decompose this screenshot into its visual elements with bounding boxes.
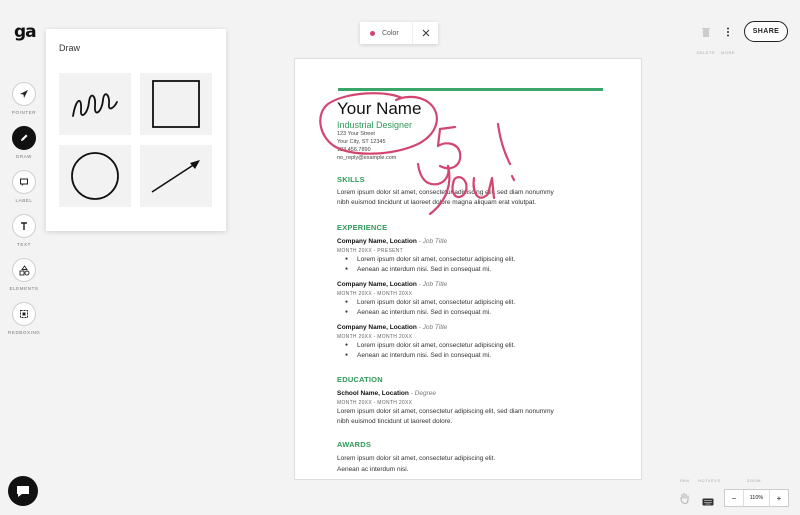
- chat-bubble-icon: [17, 485, 29, 497]
- resume-phone: 123.456.7890: [337, 147, 371, 153]
- color-swatch: [370, 30, 375, 36]
- draw-panel-title: Draw: [59, 43, 81, 53]
- header-rule: [338, 88, 603, 91]
- zoom-label: ZOOM: [747, 478, 761, 483]
- draw-rectangle-button[interactable]: [140, 73, 212, 135]
- hotkeys-label: HOTKEYS: [698, 478, 721, 483]
- tool-text[interactable]: TEXT: [8, 214, 40, 247]
- label-icon: [12, 170, 36, 194]
- more-button[interactable]: MORE: [716, 24, 740, 55]
- resume-address: 123 Your Street: [337, 131, 375, 137]
- chat-button[interactable]: [8, 476, 38, 506]
- education-line: Lorem ipsum dolor sit amet, consectetur …: [337, 408, 554, 415]
- pan-label: PAN: [680, 478, 690, 483]
- education-school: School Name, Location - Degree: [337, 390, 436, 397]
- tool-redboxing[interactable]: REDBOXING: [8, 302, 40, 335]
- experience-heading: EXPERIENCE: [337, 223, 388, 232]
- zoom-out-button[interactable]: −: [725, 490, 743, 506]
- app-logo[interactable]: ga: [14, 22, 37, 42]
- redbox-icon: [12, 302, 36, 326]
- keyboard-icon: [702, 498, 714, 506]
- zoom-value[interactable]: 110%: [743, 490, 770, 506]
- resume-email: no_reply@example.com: [337, 155, 397, 161]
- tool-draw[interactable]: DRAW: [8, 126, 40, 159]
- tool-elements-label: ELEMENTS: [9, 286, 39, 291]
- tool-draw-label: DRAW: [16, 154, 32, 159]
- job-bullet: Lorem ipsum dolor sit amet, consectetur …: [345, 256, 515, 263]
- tool-label[interactable]: LABEL: [8, 170, 40, 203]
- tool-pointer[interactable]: POINTER: [8, 82, 40, 115]
- shapes-icon: [12, 258, 36, 282]
- draw-panel: Draw: [46, 29, 226, 231]
- draw-circle-button[interactable]: [59, 145, 131, 207]
- tool-redboxing-label: REDBOXING: [8, 330, 41, 335]
- tool-label-label: LABEL: [15, 198, 33, 203]
- hand-icon: [680, 492, 689, 505]
- color-toolbar: Color: [360, 22, 438, 44]
- trash-icon: [702, 28, 710, 37]
- tool-elements[interactable]: ELEMENTS: [8, 258, 40, 291]
- zoom-in-button[interactable]: +: [770, 490, 788, 506]
- skills-line: Lorem ipsum dolor sit amet, consectetur …: [337, 189, 554, 196]
- delete-label: DELETE: [696, 50, 716, 55]
- close-button[interactable]: [412, 22, 438, 44]
- circle-icon: [71, 152, 119, 200]
- tool-pointer-label: POINTER: [11, 110, 37, 115]
- arrow-icon: [151, 160, 200, 193]
- job-bullet: Lorem ipsum dolor sit amet, consectetur …: [345, 342, 515, 349]
- job-dates: MONTH 20XX - MONTH 20XX: [337, 334, 413, 340]
- skills-line: nibh euismod tincidunt ut laoreet dolore…: [337, 199, 537, 206]
- zoom-control: − 110% +: [724, 489, 789, 507]
- education-heading: EDUCATION: [337, 375, 383, 384]
- square-icon: [152, 80, 200, 128]
- job-dates: MONTH 20XX - PRESENT: [337, 248, 404, 254]
- pointer-icon: [12, 82, 36, 106]
- squiggle-icon: [72, 93, 118, 117]
- resume-name: Your Name: [337, 99, 422, 118]
- job-bullet: Lorem ipsum dolor sit amet, consectetur …: [345, 299, 515, 306]
- resume-city: Your City, ST 12345: [337, 139, 386, 145]
- awards-line: Aenean ac interdum nisi.: [337, 466, 409, 473]
- job-bullet: Aenean ac interdum nisi. Sed in consequa…: [345, 309, 491, 316]
- tool-text-label: TEXT: [17, 242, 31, 247]
- pan-button[interactable]: [680, 491, 689, 509]
- education-dates: MONTH 20XX - MONTH 20XX: [337, 400, 413, 406]
- job-bullet: Aenean ac interdum nisi. Sed in consequa…: [345, 352, 491, 359]
- color-picker-button[interactable]: Color: [360, 22, 412, 44]
- skills-heading: SKILLS: [337, 175, 365, 184]
- job-company: Company Name, Location - Job Title: [337, 238, 448, 245]
- awards-heading: AWARDS: [337, 440, 372, 449]
- resume-job-title: Industrial Designer: [337, 120, 413, 130]
- delete-button[interactable]: DELETE: [694, 24, 718, 55]
- more-label: MORE: [721, 50, 735, 55]
- job-dates: MONTH 20XX - MONTH 20XX: [337, 291, 413, 297]
- share-button[interactable]: SHARE: [744, 21, 788, 42]
- pencil-icon: [12, 126, 36, 150]
- color-label: Color: [382, 29, 399, 37]
- more-vertical-icon: [727, 27, 729, 37]
- hotkeys-button[interactable]: [702, 493, 714, 511]
- awards-line: Lorem ipsum dolor sit amet, consectetur …: [337, 455, 496, 462]
- education-line: nibh euismod tincidunt ut laoreet dolore…: [337, 418, 453, 425]
- job-company: Company Name, Location - Job Title: [337, 281, 448, 288]
- draw-arrow-button[interactable]: [140, 145, 212, 207]
- draw-freehand-button[interactable]: [59, 73, 131, 135]
- resume-document[interactable]: Your Name Industrial Designer 123 Your S…: [294, 58, 642, 480]
- close-icon: [422, 29, 429, 37]
- text-icon: [12, 214, 36, 238]
- job-company: Company Name, Location - Job Title: [337, 324, 448, 331]
- job-bullet: Aenean ac interdum nisi. Sed in consequa…: [345, 266, 491, 273]
